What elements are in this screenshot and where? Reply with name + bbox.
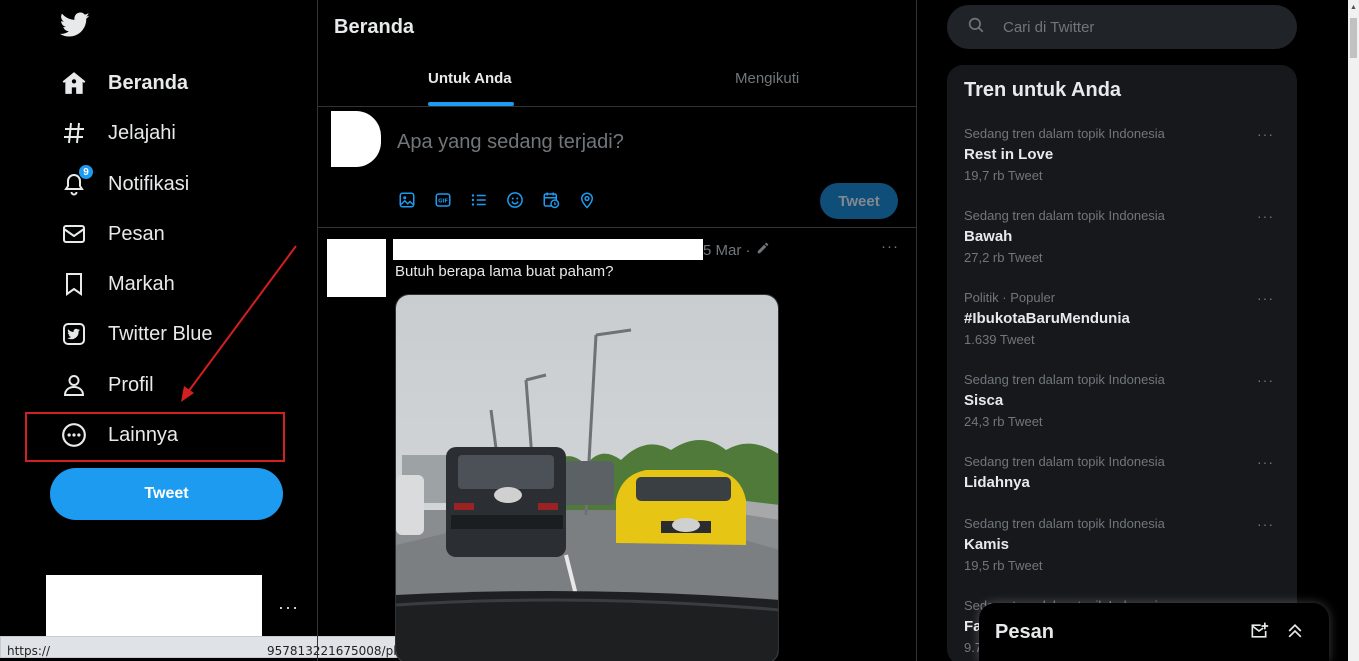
post-date[interactable]: 5 Mar · <box>703 242 751 259</box>
trend-more-icon[interactable]: ··· <box>1257 290 1274 306</box>
trend-count: 27,2 rb Tweet <box>964 250 1043 265</box>
trend-more-icon[interactable]: ··· <box>1257 372 1274 388</box>
left-sidebar: Beranda Jelajahi 9 Notifikasi Pesan Mark… <box>0 0 317 661</box>
compose-avatar-redacted[interactable] <box>331 111 381 167</box>
messages-drawer[interactable]: Pesan <box>979 603 1329 661</box>
vertical-scrollbar[interactable]: ▲ <box>1348 0 1359 661</box>
trend-context: Sedang tren dalam topik Indonesia <box>964 126 1165 141</box>
nav-explore[interactable]: Jelajahi <box>60 113 176 153</box>
nav-notifications[interactable]: 9 Notifikasi <box>60 164 189 204</box>
trend-context: Sedang tren dalam topik Indonesia <box>964 208 1165 223</box>
scrollbar-thumb[interactable] <box>1350 18 1357 58</box>
search-placeholder: Cari di Twitter <box>1003 18 1095 36</box>
edit-icon <box>756 241 770 259</box>
bell-icon: 9 <box>60 164 94 198</box>
nav-profile-label: Profil <box>108 373 154 396</box>
twitter-logo-icon[interactable] <box>59 12 92 42</box>
svg-text:GIF: GIF <box>438 198 448 204</box>
emoji-icon[interactable] <box>505 190 525 210</box>
search-input[interactable]: Cari di Twitter <box>947 5 1297 49</box>
account-more-icon[interactable]: ··· <box>278 597 299 618</box>
divider <box>318 106 916 107</box>
trend-name: Bawah <box>964 228 1013 245</box>
tab-following[interactable]: Mengikuti <box>735 70 799 87</box>
compose-toolbar: GIF <box>397 190 597 210</box>
trend-count: 19,7 rb Tweet <box>964 168 1043 183</box>
trend-item[interactable]: Sedang tren dalam topik Indonesia Bawah … <box>964 208 1284 265</box>
trend-context: Sedang tren dalam topik Indonesia <box>964 454 1165 469</box>
scroll-up-icon[interactable]: ▲ <box>1350 4 1357 11</box>
trend-count: 1.639 Tweet <box>964 332 1035 347</box>
post-meta: 5 Mar · <box>703 241 770 259</box>
trend-more-icon[interactable]: ··· <box>1257 516 1274 532</box>
trend-more-icon[interactable]: ··· <box>1257 454 1274 470</box>
trend-item[interactable]: Sedang tren dalam topik Indonesia Rest i… <box>964 126 1284 183</box>
trend-name: Sisca <box>964 392 1004 409</box>
trend-count: 24,3 rb Tweet <box>964 414 1043 429</box>
main-timeline: Beranda Untuk Anda Mengikuti Apa yang se… <box>317 0 917 661</box>
trend-name: Rest in Love <box>964 146 1054 163</box>
nav-messages[interactable]: Pesan <box>60 214 165 254</box>
trend-item[interactable]: Sedang tren dalam topik Indonesia Kamis … <box>964 516 1284 573</box>
divider <box>318 227 916 228</box>
nav-messages-label: Pesan <box>108 222 165 245</box>
trend-item[interactable]: Politik · Populer #IbukotaBaruMendunia 1… <box>964 290 1284 347</box>
page-title: Beranda <box>334 16 415 38</box>
trend-more-icon[interactable]: ··· <box>1257 208 1274 224</box>
trend-name: Kamis <box>964 536 1010 553</box>
trend-count: 19,5 rb Tweet <box>964 558 1043 573</box>
nav-bookmarks[interactable]: Markah <box>60 264 175 304</box>
trend-name: Lidahnya <box>964 474 1030 491</box>
post-author-redacted[interactable] <box>393 239 703 260</box>
post-avatar-redacted[interactable] <box>327 239 386 297</box>
search-icon <box>967 16 985 39</box>
post-text: Butuh berapa lama buat paham? <box>395 263 614 280</box>
nav-home-label: Beranda <box>108 71 189 94</box>
post-photo[interactable] <box>395 294 779 661</box>
nav-home[interactable]: Beranda <box>60 63 188 103</box>
expand-up-icon[interactable] <box>1285 621 1305 646</box>
trend-context: Politik · Populer <box>964 290 1056 305</box>
post-more-icon[interactable]: ··· <box>881 238 899 255</box>
nav-twitter-blue[interactable]: Twitter Blue <box>60 314 212 354</box>
compose-input[interactable]: Apa yang sedang terjadi? <box>397 131 624 154</box>
person-icon <box>60 371 88 399</box>
bookmark-icon <box>60 270 88 298</box>
trends-panel: Tren untuk Anda Sedang tren dalam topik … <box>947 65 1297 661</box>
compose-tweet-button[interactable]: Tweet <box>820 183 898 219</box>
trend-more-icon[interactable]: ··· <box>1257 126 1274 142</box>
tab-for-you[interactable]: Untuk Anda <box>428 70 512 87</box>
hashtag-icon <box>60 119 88 147</box>
trend-item[interactable]: Sedang tren dalam topik Indonesia Lidahn… <box>964 454 1284 491</box>
trend-context: Sedang tren dalam topik Indonesia <box>964 372 1165 387</box>
twitter-blue-icon <box>60 320 88 348</box>
nav-twitter-blue-label: Twitter Blue <box>108 322 213 345</box>
trend-context: Sedang tren dalam topik Indonesia <box>964 516 1165 531</box>
annotation-highlight-box <box>25 412 285 462</box>
nav-explore-label: Jelajahi <box>108 121 176 144</box>
gif-icon[interactable]: GIF <box>433 190 453 210</box>
nav-notifications-label: Notifikasi <box>108 172 190 195</box>
trends-title: Tren untuk Anda <box>964 79 1122 101</box>
nav-bookmarks-label: Markah <box>108 272 175 295</box>
poll-icon[interactable] <box>469 190 489 210</box>
nav-profile[interactable]: Profil <box>60 365 154 405</box>
trend-name: #IbukotaBaruMendunia <box>964 310 1130 327</box>
sidebar-tweet-button[interactable]: Tweet <box>50 468 283 520</box>
media-icon[interactable] <box>397 190 417 210</box>
envelope-icon <box>60 220 88 248</box>
location-icon[interactable] <box>577 190 597 210</box>
trend-item[interactable]: Sedang tren dalam topik Indonesia Sisca … <box>964 372 1284 429</box>
notification-badge: 9 <box>78 164 94 180</box>
home-icon <box>60 69 88 97</box>
new-message-icon[interactable] <box>1249 621 1269 646</box>
messages-drawer-title: Pesan <box>995 620 1054 643</box>
status-url-prefix: https:// <box>7 644 51 658</box>
schedule-icon[interactable] <box>541 190 561 210</box>
